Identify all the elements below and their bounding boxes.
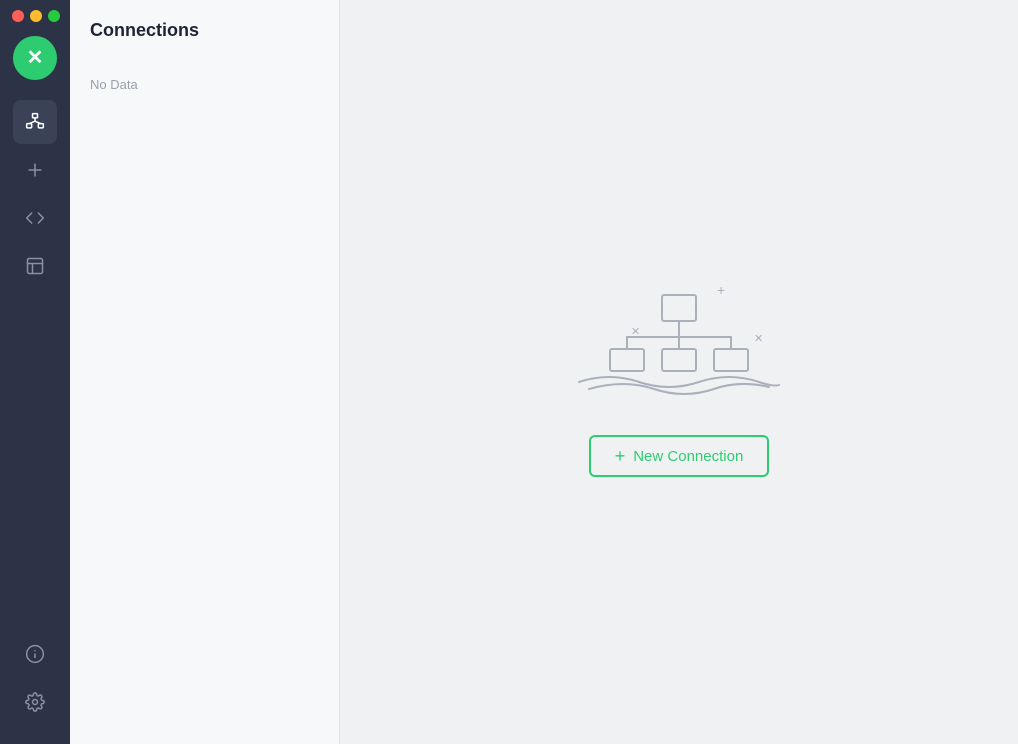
sidebar-bottom [13, 632, 57, 724]
empty-state: + ✕ ✕ + New Connection [569, 267, 789, 477]
new-connection-label: New Connection [633, 448, 743, 465]
add-icon [25, 160, 45, 180]
svg-text:✕: ✕ [754, 333, 763, 345]
minimize-button[interactable] [30, 10, 42, 22]
sidebar-item-info[interactable] [13, 632, 57, 676]
sidebar-item-add[interactable] [13, 148, 57, 192]
maximize-button[interactable] [48, 10, 60, 22]
settings-icon [25, 692, 45, 712]
svg-text:✕: ✕ [631, 326, 640, 338]
code-icon [25, 208, 45, 228]
main-layout: Connections No Data [70, 0, 1018, 744]
sidebar-item-settings[interactable] [13, 680, 57, 724]
sidebar-item-code[interactable] [13, 196, 57, 240]
empty-illustration: + ✕ ✕ [569, 267, 789, 407]
logo-icon: ✕ [27, 48, 44, 68]
new-connection-button[interactable]: + New Connection [589, 435, 770, 477]
info-icon [25, 644, 45, 664]
connections-icon [25, 112, 45, 132]
sidebar-nav [0, 100, 70, 632]
left-panel: Connections No Data [70, 0, 340, 744]
plus-icon: + [615, 447, 626, 465]
logo-button[interactable]: ✕ [13, 36, 57, 80]
content-area: + ✕ ✕ + New Connection [340, 0, 1018, 744]
traffic-lights [0, 10, 60, 22]
no-data-label: No Data [70, 57, 339, 112]
sidebar-item-connections[interactable] [13, 100, 57, 144]
panel-title: Connections [70, 20, 339, 57]
close-button[interactable] [12, 10, 24, 22]
sidebar-item-reports[interactable] [13, 244, 57, 288]
svg-text:+: + [717, 282, 725, 298]
reports-icon [25, 256, 45, 276]
sidebar: ✕ [0, 0, 70, 744]
